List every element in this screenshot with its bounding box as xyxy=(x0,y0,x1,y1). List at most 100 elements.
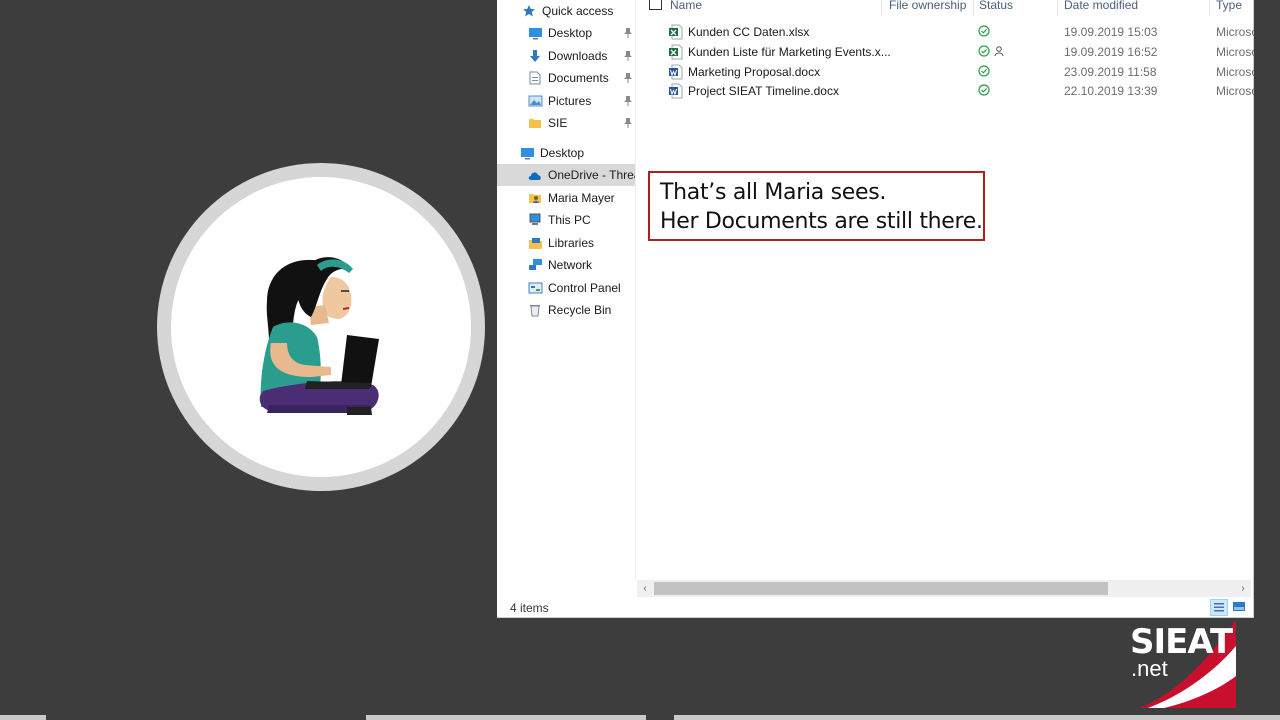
nav-item-onedrive-threat[interactable]: OneDrive - Threat xyxy=(497,164,635,186)
file-type: Microsoft xyxy=(1216,65,1254,79)
pin-icon[interactable] xyxy=(623,72,633,84)
document-icon xyxy=(527,70,543,86)
network-icon xyxy=(527,257,543,273)
file-name[interactable]: Project SIEAT Timeline.docx xyxy=(688,84,839,98)
pin-icon[interactable] xyxy=(623,95,633,107)
cloud-icon xyxy=(527,167,543,183)
pin-icon[interactable] xyxy=(623,27,633,39)
user-avatar-circle xyxy=(157,163,485,491)
column-date-modified[interactable]: Date modified xyxy=(1064,0,1138,12)
excel-file-icon xyxy=(669,44,683,60)
nav-item-documents[interactable]: Documents xyxy=(497,67,635,89)
recycle-bin-icon xyxy=(527,302,543,318)
nav-item-desktop[interactable]: Desktop xyxy=(497,22,635,44)
sync-status-icon xyxy=(978,25,990,37)
file-row[interactable]: Project SIEAT Timeline.docx 22.10.2019 13… xyxy=(637,81,1254,101)
nav-item-label: This PC xyxy=(548,213,591,227)
column-file-ownership[interactable]: File ownership xyxy=(889,0,966,12)
control-panel-icon xyxy=(527,280,543,296)
callout-line-2: Her Documents are still there. xyxy=(660,209,983,234)
nav-item-control-panel[interactable]: Control Panel xyxy=(497,277,635,299)
nav-item-label: Desktop xyxy=(540,146,585,160)
strip-segment xyxy=(0,715,46,720)
file-date-modified: 19.09.2019 16:52 xyxy=(1064,45,1158,59)
sync-status-icon xyxy=(978,84,990,96)
file-type: Microsoft xyxy=(1216,25,1254,39)
nav-item-desktop[interactable]: Desktop xyxy=(497,142,635,164)
horizontal-scrollbar[interactable]: ‹ › xyxy=(637,580,1251,597)
woman-with-laptop-illustration xyxy=(259,257,379,415)
pin-icon[interactable] xyxy=(623,117,633,129)
download-icon xyxy=(527,48,543,64)
strip-segment xyxy=(366,715,646,720)
file-name[interactable]: Kunden CC Daten.xlsx xyxy=(688,25,809,39)
nav-item-sie[interactable]: SIE xyxy=(497,112,635,134)
nav-item-label: Downloads xyxy=(548,49,608,63)
nav-item-quick-access[interactable]: Quick access xyxy=(497,0,635,22)
nav-item-label: Libraries xyxy=(548,236,595,250)
nav-item-label: Pictures xyxy=(548,94,592,108)
file-row[interactable]: Kunden Liste für Marketing Events.x... 19… xyxy=(637,42,1254,62)
sync-status-icon xyxy=(978,65,990,77)
file-row[interactable]: Kunden CC Daten.xlsx 19.09.2019 15:03 Micr… xyxy=(637,22,1254,42)
callout-line-1: That’s all Maria sees. xyxy=(660,180,887,205)
file-date-modified: 23.09.2019 11:58 xyxy=(1064,65,1157,79)
file-type: Microsoft xyxy=(1216,84,1254,98)
column-header-row: Name File ownership Status Date modified… xyxy=(637,0,1254,16)
bottom-progress-strip xyxy=(0,715,1280,720)
nav-item-network[interactable]: Network xyxy=(497,254,635,276)
shared-person-icon xyxy=(994,45,1004,57)
star-icon xyxy=(521,3,537,19)
sync-status-icon xyxy=(978,45,990,57)
nav-item-label: OneDrive - Threat xyxy=(548,168,635,182)
nav-item-downloads[interactable]: Downloads xyxy=(497,45,635,67)
file-date-modified: 19.09.2019 15:03 xyxy=(1064,25,1158,39)
item-count: 4 items xyxy=(510,601,549,615)
large-icons-view-button[interactable] xyxy=(1231,599,1249,616)
pin-icon[interactable] xyxy=(623,50,633,62)
file-explorer-window: Quick access Desktop Downloads Documents Pic… xyxy=(497,0,1254,618)
user-folder-icon xyxy=(527,190,543,206)
column-type[interactable]: Type xyxy=(1216,0,1242,12)
details-view-icon xyxy=(1214,603,1224,612)
scroll-right-arrow[interactable]: › xyxy=(1236,582,1250,595)
nav-item-libraries[interactable]: Libraries xyxy=(497,232,635,254)
column-separator[interactable] xyxy=(1057,0,1058,16)
desktop-icon xyxy=(519,145,535,161)
picture-icon xyxy=(527,93,543,109)
details-view-button[interactable] xyxy=(1210,599,1228,616)
nav-item-pictures[interactable]: Pictures xyxy=(497,90,635,112)
nav-item-label: Network xyxy=(548,258,593,272)
file-date-modified: 22.10.2019 13:39 xyxy=(1064,84,1158,98)
file-row[interactable]: Marketing Proposal.docx 23.09.2019 11:58 M… xyxy=(637,62,1254,82)
strip-segment xyxy=(674,715,1280,720)
nav-item-recycle-bin[interactable]: Recycle Bin xyxy=(497,299,635,321)
column-name[interactable]: Name xyxy=(670,0,702,12)
nav-item-label: Quick access xyxy=(542,4,614,18)
file-name[interactable]: Marketing Proposal.docx xyxy=(688,65,820,79)
nav-item-label: Recycle Bin xyxy=(548,303,612,317)
desktop-icon xyxy=(527,25,543,41)
column-separator[interactable] xyxy=(1209,0,1210,16)
logo-domain: .net xyxy=(1131,656,1168,681)
column-separator[interactable] xyxy=(881,0,882,16)
file-name[interactable]: Kunden Liste für Marketing Events.x... xyxy=(688,45,891,59)
file-type: Microsoft xyxy=(1216,45,1254,59)
annotation-callout: That’s all Maria sees. Her Documents are… xyxy=(648,171,985,241)
large-icons-view-icon xyxy=(1233,602,1245,611)
scrollbar-thumb[interactable] xyxy=(654,582,1108,595)
column-status[interactable]: Status xyxy=(979,0,1013,12)
avatar-illustration xyxy=(171,177,471,477)
nav-item-label: SIE xyxy=(548,116,568,130)
computer-icon xyxy=(527,212,543,228)
sieat-logo: SIEAT .net xyxy=(1128,618,1236,708)
nav-item-label: Maria Mayer xyxy=(548,191,615,205)
nav-item-label: Control Panel xyxy=(548,281,621,295)
scroll-left-arrow[interactable]: ‹ xyxy=(638,582,652,595)
excel-file-icon xyxy=(669,24,683,40)
nav-item-maria-mayer[interactable]: Maria Mayer xyxy=(497,187,635,209)
nav-item-label: Documents xyxy=(548,71,609,85)
word-file-icon xyxy=(669,83,683,99)
column-separator[interactable] xyxy=(973,0,974,16)
nav-item-this-pc[interactable]: This PC xyxy=(497,209,635,231)
